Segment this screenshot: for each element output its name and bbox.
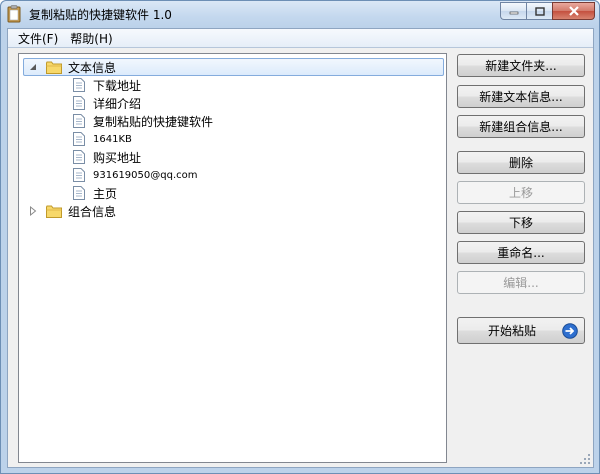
close-icon	[568, 6, 579, 16]
tree-leaf[interactable]: 下载地址	[73, 76, 141, 94]
menu-file[interactable]: 文件(F)	[12, 29, 64, 48]
tree-leaf-label: 主页	[93, 186, 118, 201]
tree-node-combo-info[interactable]: 组合信息	[23, 202, 116, 220]
menu-bar: 文件(F) 帮助(H)	[8, 29, 593, 48]
document-icon	[73, 186, 85, 200]
tree-leaf-label: 1641KB	[93, 133, 132, 145]
delete-button[interactable]: 删除	[457, 151, 585, 174]
move-up-button[interactable]: 上移	[457, 181, 585, 204]
caption-buttons	[500, 2, 595, 20]
menu-help[interactable]: 帮助(H)	[64, 29, 118, 48]
info-tree[interactable]: 文本信息 下载地址 详细介绍 复制粘贴的快捷键软件 1641KB 购买地址 93…	[18, 53, 447, 463]
maximize-button[interactable]	[526, 2, 552, 20]
tree-node-label: 文本信息	[68, 60, 117, 75]
start-paste-button[interactable]: 开始粘贴	[457, 317, 585, 344]
new-text-info-button[interactable]: 新建文本信息...	[457, 85, 585, 108]
minimize-button[interactable]	[500, 2, 526, 20]
tree-leaf[interactable]: 1641KB	[73, 130, 132, 148]
folder-icon	[46, 61, 62, 74]
tree-leaf[interactable]: 复制粘贴的快捷键软件	[73, 112, 213, 130]
tree-leaf[interactable]: 详细介绍	[73, 94, 141, 112]
folder-icon	[46, 205, 62, 218]
close-button[interactable]	[552, 2, 595, 20]
document-icon	[73, 168, 85, 182]
minimize-icon	[509, 11, 518, 15]
rename-button[interactable]: 重命名...	[457, 241, 585, 264]
document-icon	[73, 96, 85, 110]
expanded-arrow-icon[interactable]	[28, 62, 38, 72]
resize-grip-icon[interactable]	[579, 453, 591, 465]
start-paste-label: 开始粘贴	[488, 324, 537, 338]
title-bar[interactable]: 复制粘贴的快捷键软件 1.0	[1, 1, 599, 27]
document-icon	[73, 114, 85, 128]
tree-leaf[interactable]: 931619050@qq.com	[73, 166, 198, 184]
go-arrow-icon	[562, 323, 578, 339]
clipboard-icon	[7, 5, 21, 23]
maximize-icon	[534, 6, 545, 16]
collapsed-arrow-icon[interactable]	[28, 206, 38, 216]
tree-leaf[interactable]: 主页	[73, 184, 117, 202]
tree-leaf-label: 下载地址	[93, 78, 142, 93]
new-combo-info-button[interactable]: 新建组合信息...	[457, 115, 585, 138]
client-area: 文件(F) 帮助(H) 文本信息 下载地址 详细介绍 复制粘贴的快捷键软件 16…	[7, 28, 594, 468]
document-icon	[73, 132, 85, 146]
tree-leaf-label: 复制粘贴的快捷键软件	[93, 114, 214, 129]
app-window: 复制粘贴的快捷键软件 1.0 文件(F) 帮助(H) 文本信息 下载地址 详细介…	[0, 0, 600, 474]
tree-leaf[interactable]: 购买地址	[73, 148, 141, 166]
move-down-button[interactable]: 下移	[457, 211, 585, 234]
new-folder-button[interactable]: 新建文件夹...	[457, 54, 585, 77]
window-title: 复制粘贴的快捷键软件 1.0	[29, 8, 172, 22]
document-icon	[73, 150, 85, 164]
tree-node-label: 组合信息	[68, 204, 117, 219]
tree-leaf-label: 购买地址	[93, 150, 142, 165]
tree-leaf-label: 详细介绍	[93, 96, 142, 111]
edit-button[interactable]: 编辑...	[457, 271, 585, 294]
tree-node-text-info[interactable]: 文本信息	[23, 58, 444, 76]
tree-leaf-label: 931619050@qq.com	[93, 169, 198, 181]
document-icon	[73, 78, 85, 92]
